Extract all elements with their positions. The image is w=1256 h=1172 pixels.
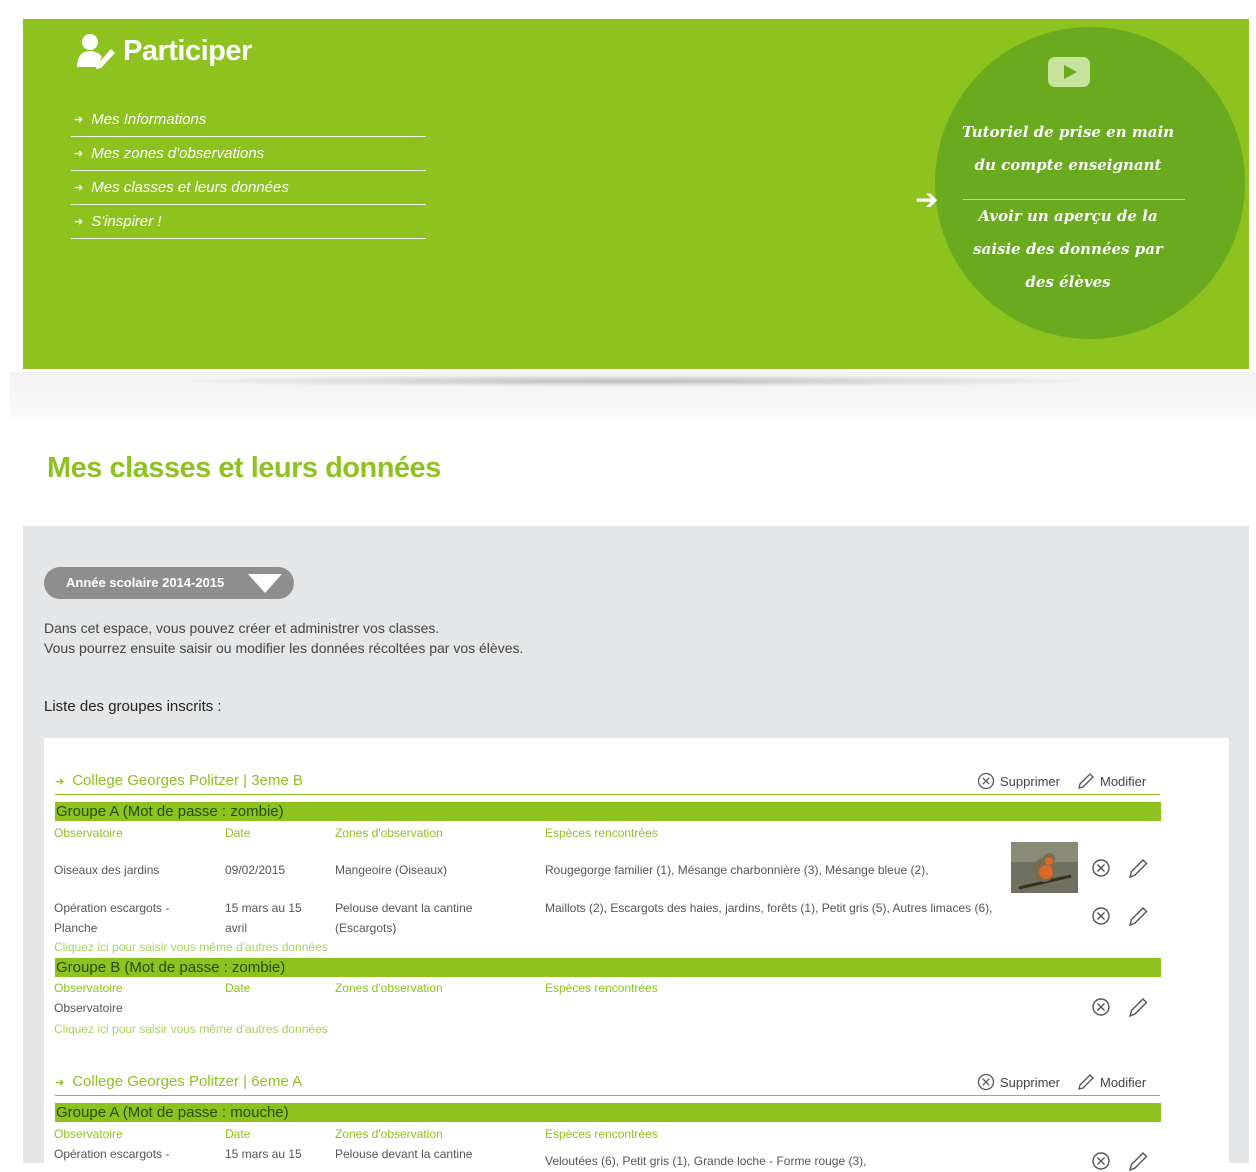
table-cell: Veloutées (6), Petit gris (1), Grande lo… [545,1154,867,1168]
delete-class-button[interactable]: Supprimer [977,772,1060,790]
banner-title: Participer [75,33,252,69]
banner-title-text: Participer [123,34,252,67]
school-year-label: Année scolaire 2014-2015 [66,575,225,590]
class-name: College Georges Politzer | 3eme B [72,772,303,789]
col-header-observatoire: Observatoire [54,1127,123,1141]
nav-label: Mes Informations [91,111,207,128]
edit-label: Modifier [1100,1074,1147,1090]
pencil-icon [1078,773,1094,789]
arrow-right-icon: ➜ [55,1077,65,1089]
preview-link[interactable]: Avoir un aperçu de la saisie des données… [958,200,1178,299]
table-cell: 15 mars au 15 avril [225,901,302,935]
group-label: Groupe B (Mot de passe : zombie) [56,959,286,976]
col-header-especes: Espèces rencontrées [545,981,658,995]
intro-line: Vous pourrez ensuite saisir ou modifier … [44,640,524,656]
table-cell: Oiseaux des jardins [54,863,160,877]
edit-class-button[interactable]: Modifier [1077,772,1146,790]
delete-class-button[interactable]: Supprimer [977,1073,1060,1091]
tutorial-link[interactable]: Tutoriel de prise en main du compte ense… [958,116,1178,182]
robin-image [1011,842,1078,893]
arrow-right-icon: ➔ [915,183,939,216]
delete-circle-icon[interactable] [1090,996,1112,1018]
shadow-divider [160,375,1110,387]
pencil-icon[interactable] [1127,905,1149,927]
col-header-date: Date [225,826,251,840]
col-header-especes: Espèces rencontrées [545,1127,658,1141]
group-header: Groupe A (Mot de passe : mouche) [55,1103,1161,1122]
nav-mes-zones[interactable]: ➜ Mes zones d'observations [71,137,426,171]
table-cell: Pelouse devant la cantine (Escargots) [335,901,473,935]
arrow-right-icon: ➜ [55,776,65,788]
class-header: ➜ College Georges Politzer | 6eme A Suppr… [55,1073,1160,1096]
col-header-date: Date [225,981,251,995]
delete-circle-icon [977,1073,995,1091]
table-cell: Opération escargots - Planche [54,901,170,935]
group-header: Groupe B (Mot de passe : zombie) [55,958,1161,977]
nav-label: Mes classes et leurs données [91,179,289,196]
delete-circle-icon[interactable] [1090,905,1112,927]
pencil-icon[interactable] [1127,1150,1149,1172]
nav-sinspirer[interactable]: ➜ S'inspirer ! [71,205,426,239]
user-pencil-icon [77,34,115,69]
page-title: Mes classes et leurs données [47,452,441,484]
triangle-down-icon [248,574,282,593]
edit-label: Modifier [1100,773,1147,789]
col-header-zones: Zones d'observation [335,981,443,995]
pencil-icon[interactable] [1127,857,1149,879]
banner-nav: ➜ Mes Informations ➜ Mes zones d'observati… [71,103,426,239]
col-header-date: Date [225,1127,251,1141]
intro-line: Dans cet espace, vous pouvez créer et ad… [44,620,440,636]
col-header-zones: Zones d'observation [335,826,443,840]
youtube-play-icon[interactable] [1048,57,1090,87]
group-header: Groupe A (Mot de passe : zombie) [55,802,1161,821]
class-name-link[interactable]: ➜ College Georges Politzer | 6eme A [55,1073,302,1090]
class-header: ➜ College Georges Politzer | 3eme B Suppr… [55,772,1160,795]
pencil-icon [1078,1074,1094,1090]
table-cell: Pelouse devant la cantine [335,1147,473,1161]
participer-banner: Participer ➜ Mes Informations ➜ Mes zones … [23,19,1249,369]
nav-mes-informations[interactable]: ➜ Mes Informations [71,103,426,137]
group-label: Groupe A (Mot de passe : mouche) [56,1104,289,1121]
col-header-observatoire: Observatoire [54,826,123,840]
class-name: College Georges Politzer | 6eme A [72,1073,303,1090]
group-label: Groupe A (Mot de passe : zombie) [56,803,284,820]
add-data-link[interactable]: Cliquez ici pour saisir vous même d'autr… [54,940,328,954]
nav-mes-classes[interactable]: ➜ Mes classes et leurs données [71,171,426,205]
nav-label: Mes zones d'observations [91,145,265,162]
table-cell: Opération escargots - [54,1147,170,1161]
intro-text: Dans cet espace, vous pouvez créer et ad… [44,618,523,658]
groups-list-label: Liste des groupes inscrits : [44,698,222,715]
arrow-right-icon: ➜ [74,114,84,126]
bird-photo[interactable] [1011,842,1078,893]
arrow-right-icon: ➜ [74,182,84,194]
table-cell: 15 mars au 15 [225,1147,302,1161]
col-header-observatoire: Observatoire [54,981,123,995]
table-cell: Maillots (2), Escargots des haies, jardi… [545,901,993,915]
delete-circle-icon[interactable] [1090,857,1112,879]
col-header-zones: Zones d'observation [335,1127,443,1141]
arrow-right-icon: ➜ [74,148,84,160]
school-year-dropdown[interactable]: Année scolaire 2014-2015 [44,567,294,599]
edit-class-button[interactable]: Modifier [1077,1073,1146,1091]
table-cell: Observatoire [54,1001,123,1015]
add-data-link[interactable]: Cliquez ici pour saisir vous même d'autr… [54,1022,328,1036]
delete-circle-icon [977,772,995,790]
delete-label: Supprimer [1000,773,1060,789]
class-name-link[interactable]: ➜ College Georges Politzer | 3eme B [55,772,303,789]
col-header-especes: Espèces rencontrées [545,826,658,840]
delete-circle-icon[interactable] [1090,1150,1112,1172]
delete-label: Supprimer [1000,1074,1060,1090]
table-cell: 09/02/2015 [225,863,286,877]
pencil-icon[interactable] [1127,996,1149,1018]
arrow-right-icon: ➜ [74,216,84,228]
nav-label: S'inspirer ! [91,213,162,230]
table-cell: Mangeoire (Oiseaux) [335,863,448,877]
table-cell: Rougegorge familier (1), Mésange charbon… [545,863,929,877]
